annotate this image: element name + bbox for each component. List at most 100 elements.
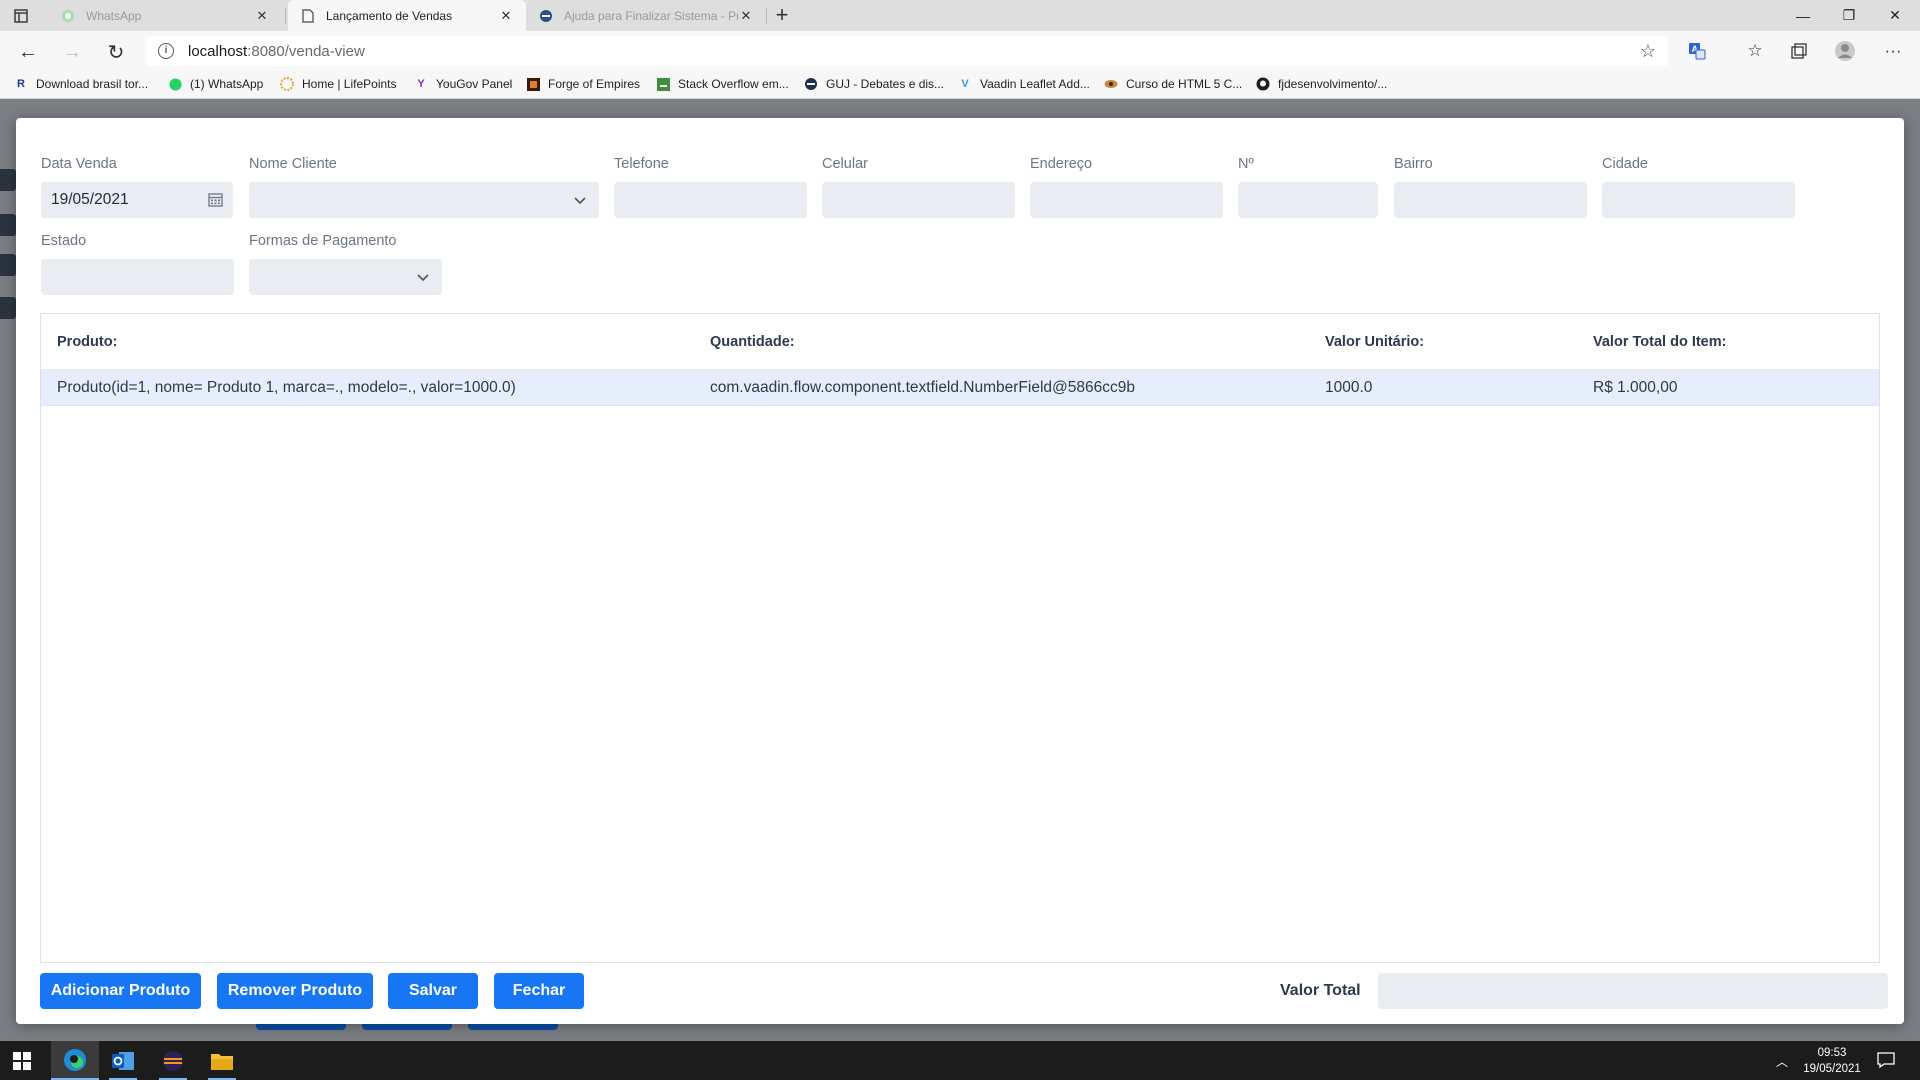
window-close-icon[interactable]: ✕ [1872, 0, 1918, 31]
bookmark-item[interactable]: Y YouGov Panel [414, 77, 512, 91]
calendar-icon[interactable] [208, 192, 223, 207]
yougov-icon: Y [417, 78, 425, 90]
profile-icon[interactable] [1834, 40, 1856, 62]
data-venda-field: Data Venda 19/05/2021 [41, 154, 233, 218]
bookmark-item[interactable]: Curso de HTML 5 C... [1104, 77, 1242, 91]
restore-icon[interactable]: ❐ [1826, 0, 1872, 31]
favorites-icon[interactable]: ☆ [1744, 40, 1766, 62]
bairro-input[interactable] [1394, 182, 1587, 218]
telefone-field: Telefone [614, 154, 807, 218]
field-label: Formas de Pagamento [249, 233, 397, 249]
bookmark-item[interactable]: fjdesenvolvimento/... [1256, 77, 1387, 91]
cidade-input[interactable] [1602, 182, 1795, 218]
field-label: Nome Cliente [249, 156, 337, 172]
table-row[interactable]: Produto(id=1, nome= Produto 1, marca=., … [41, 370, 1879, 406]
windows-start-icon[interactable] [12, 1051, 32, 1071]
cidade-field: Cidade [1602, 154, 1795, 218]
more-options-icon[interactable]: ··· [1882, 40, 1904, 62]
chevron-down-icon[interactable] [416, 270, 430, 284]
stack-overflow-icon [656, 77, 670, 91]
bookmark-item[interactable]: V Vaadin Leaflet Add... [958, 77, 1090, 91]
tab-actions-icon[interactable] [12, 7, 30, 25]
estado-field: Estado [41, 231, 234, 295]
close-icon[interactable]: ✕ [738, 8, 754, 24]
whatsapp-icon [168, 77, 182, 91]
tab-title: Ajuda para Finalizar Sistema - Pr [564, 8, 738, 23]
endereco-input[interactable] [1030, 182, 1223, 218]
field-label: Estado [41, 233, 87, 249]
field-value: 19/05/2021 [51, 191, 129, 208]
add-favorite-icon[interactable]: ☆ [1640, 41, 1656, 62]
edge-taskbar-icon[interactable] [51, 1041, 99, 1080]
celular-field: Celular [822, 154, 1015, 218]
new-tab-icon[interactable]: + [770, 4, 794, 28]
venda-dialog: Data Venda 19/05/2021 Nome Cliente Telef… [16, 118, 1904, 1024]
valor-total-input[interactable] [1378, 973, 1888, 1009]
translate-icon[interactable]: A [1686, 40, 1708, 62]
tab-title: Lançamento de Vendas [326, 8, 453, 23]
close-icon[interactable]: ✕ [254, 8, 270, 24]
notification-icon[interactable] [1876, 1051, 1896, 1069]
column-header-valor-total-item[interactable]: Valor Total do Item: [1593, 334, 1726, 350]
clock-date: 19/05/2021 [1803, 1063, 1861, 1075]
estado-input[interactable] [41, 259, 234, 295]
data-venda-input[interactable]: 19/05/2021 [41, 182, 233, 218]
salvar-button[interactable]: Salvar [388, 973, 478, 1009]
chevron-down-icon[interactable] [573, 193, 587, 207]
address-bar[interactable]: i localhost:8080/venda-view ☆ [146, 36, 1668, 66]
close-icon[interactable]: ✕ [498, 8, 514, 24]
dollar-icon [0, 254, 16, 276]
field-label: Nº [1238, 156, 1254, 172]
file-explorer-taskbar-icon[interactable] [198, 1041, 246, 1080]
field-label: Cidade [1602, 156, 1648, 172]
forge-of-empires-icon [526, 77, 540, 91]
forward-icon[interactable]: → [58, 38, 86, 66]
column-header-quantidade[interactable]: Quantidade: [710, 334, 795, 350]
eclipse-taskbar-icon[interactable] [149, 1041, 197, 1080]
formas-pagamento-field: Formas de Pagamento [249, 231, 442, 295]
field-label: Bairro [1394, 156, 1433, 172]
formas-pagamento-select[interactable] [249, 259, 442, 295]
bookmark-item[interactable]: GUJ - Debates e dis... [804, 77, 944, 91]
home-icon [0, 169, 16, 191]
bookmark-item[interactable]: Home | LifePoints [280, 77, 397, 91]
tab-ajuda-finalizar[interactable]: Ajuda para Finalizar Sistema - Pr ✕ [526, 0, 766, 31]
cell-quantidade: com.vaadin.flow.component.textfield.Numb… [710, 379, 1135, 396]
windows-taskbar: ︿ 09:53 19/05/2021 [0, 1041, 1920, 1080]
celular-input[interactable] [822, 182, 1015, 218]
bookmark-item[interactable]: R Download brasil tor... [14, 77, 148, 91]
nome-cliente-field: Nome Cliente [249, 154, 599, 218]
telefone-input[interactable] [614, 182, 807, 218]
chevron-up-icon[interactable]: ︿ [1776, 1053, 1788, 1070]
bookmark-item[interactable]: (1) WhatsApp [168, 77, 263, 91]
page-icon [300, 8, 316, 24]
back-icon[interactable]: ← [14, 38, 42, 66]
folder-icon [0, 214, 16, 236]
refresh-icon[interactable]: ↻ [102, 38, 130, 66]
tab-lancamento-vendas[interactable]: Lançamento de Vendas ✕ [288, 0, 526, 31]
remover-produto-button[interactable]: Remover Produto [217, 973, 373, 1009]
nome-cliente-combobox[interactable] [249, 182, 599, 218]
tab-bar: WhatsApp ✕ Lançamento de Vendas ✕ Ajuda … [0, 0, 1920, 31]
bookmark-item[interactable]: Stack Overflow em... [656, 77, 789, 91]
system-clock[interactable]: 09:53 19/05/2021 [1800, 1045, 1864, 1077]
clock-time: 09:53 [1817, 1047, 1847, 1059]
tab-whatsapp[interactable]: WhatsApp ✕ [48, 0, 282, 31]
endereco-field: Endereço [1030, 154, 1223, 218]
adicionar-produto-button[interactable]: Adicionar Produto [40, 973, 201, 1009]
fechar-button[interactable]: Fechar [494, 973, 584, 1009]
guj-icon [804, 77, 818, 91]
collections-icon[interactable] [1788, 40, 1810, 62]
info-icon[interactable]: i [158, 43, 174, 59]
bookmarks-bar: R Download brasil tor... (1) WhatsApp Hom… [0, 71, 1920, 99]
outlook-taskbar-icon[interactable] [99, 1041, 147, 1080]
column-header-valor-unitario[interactable]: Valor Unitário: [1325, 334, 1424, 350]
cell-valor-unitario: 1000.0 [1325, 379, 1373, 396]
numero-field: Nº [1238, 154, 1378, 218]
url-text[interactable]: localhost:8080/venda-view [188, 43, 365, 60]
tab-separator [766, 8, 767, 24]
column-header-produto[interactable]: Produto: [57, 334, 117, 350]
minimize-icon[interactable]: — [1780, 0, 1826, 31]
numero-input[interactable] [1238, 182, 1378, 218]
bookmark-item[interactable]: Forge of Empires [526, 77, 640, 91]
